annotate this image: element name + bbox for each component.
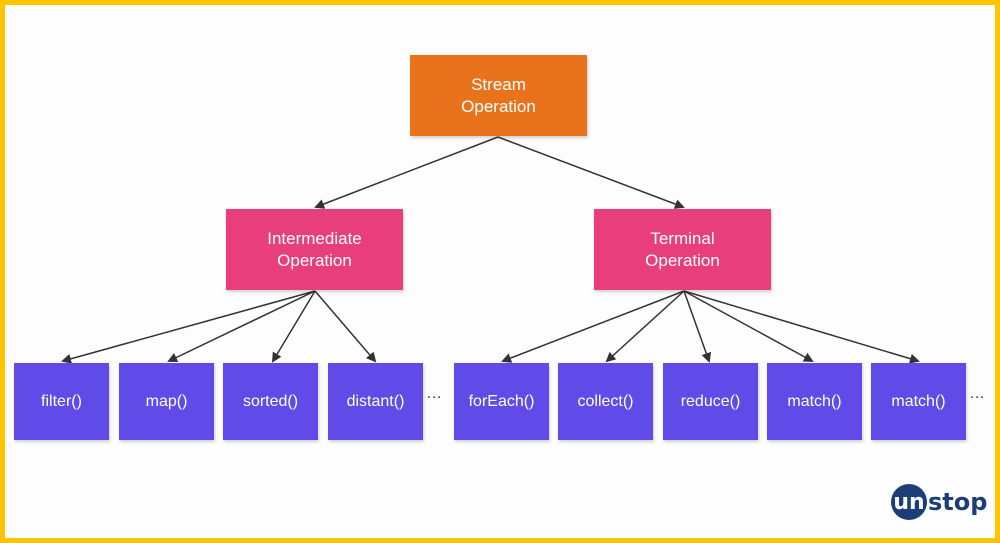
edge-terminal-match-1 [683,290,814,362]
op-match-node-1: match() [767,363,862,440]
edge-terminal-foreach [501,290,685,363]
edge-terminal-reduce [683,290,712,363]
op-sorted-node: sorted() [223,363,318,440]
op-map-node: map() [119,363,214,440]
terminal-operation-label-2: Operation [645,250,720,270]
stream-operation-label-1: Stream [471,74,526,94]
intermediate-ellipsis: … [426,385,442,402]
edge-root-intermediate [314,136,499,209]
op-reduce-node: reduce() [663,363,758,440]
op-filter-node: filter() [14,363,109,440]
terminal-operation-node: Terminal Operation [594,209,771,290]
intermediate-operation-node: Intermediate Operation [226,209,403,290]
unstop-logo: un stop [891,484,987,520]
edge-terminal-collect [605,290,685,363]
op-collect-node: collect() [558,363,653,440]
op-match-node-2: match() [871,363,966,440]
logo-text: stop [928,488,988,516]
logo-circle: un [891,484,927,520]
intermediate-operation-label-1: Intermediate [267,228,362,248]
edge-terminal-match-2 [683,290,920,364]
op-foreach-node: forEach() [454,363,549,440]
edge-root-terminal [497,136,685,209]
stream-operation-label-2: Operation [461,96,536,116]
terminal-ellipsis: … [969,385,985,402]
terminal-operation-label-1: Terminal [650,228,715,248]
stream-operation-node: Stream Operation [410,55,587,136]
edge-intermediate-filter [61,290,316,364]
intermediate-operation-label-2: Operation [277,250,352,270]
edge-intermediate-distant [314,290,377,363]
op-distant-node: distant() [328,363,423,440]
